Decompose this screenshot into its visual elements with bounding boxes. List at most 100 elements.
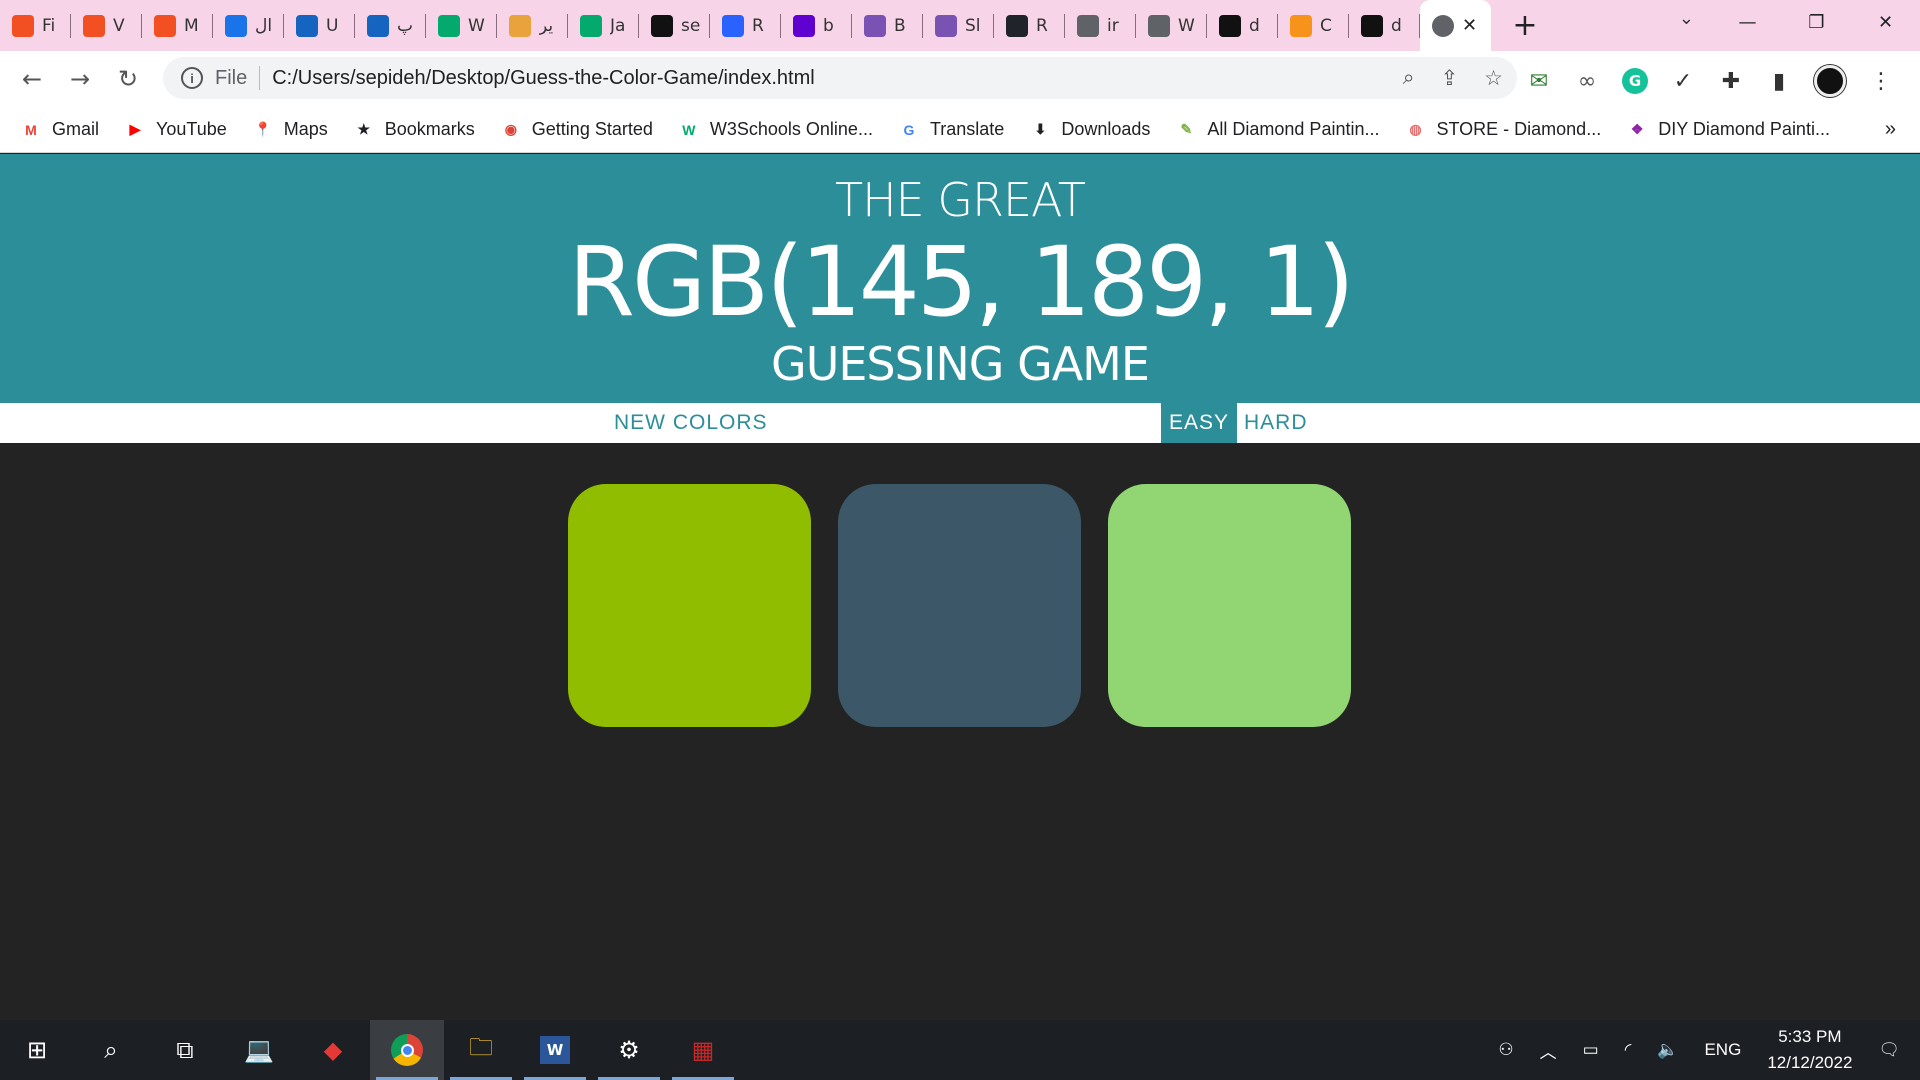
extension-spell-icon[interactable]: ✓ [1670,68,1696,94]
easy-mode-button[interactable]: EASY [1161,403,1238,443]
browser-tab[interactable]: b [781,0,852,51]
browser-tab[interactable]: R [994,0,1065,51]
winrar-icon[interactable]: ▦ [666,1020,740,1080]
github-icon [1219,14,1241,37]
site-info-icon[interactable]: i [181,67,203,89]
color-square[interactable] [568,484,811,727]
star-icon: ★ [357,121,371,137]
minimize-icon[interactable]: — [1713,0,1782,44]
search-icon[interactable]: ⌕ [74,1020,148,1080]
bookmark-item[interactable]: ⬇ Downloads [1029,119,1150,140]
bookmark-item[interactable]: ▶ YouTube [124,119,227,140]
chrome-taskbar-icon[interactable] [370,1020,444,1080]
tab-title: d [1391,15,1402,36]
people-icon[interactable]: ⚇ [1498,1040,1513,1060]
tab-search-icon[interactable]: ⌄ [1679,8,1694,29]
notifications-icon[interactable]: 🗨 [1878,1040,1900,1060]
system-tray: ⚇ ︿ ▭ ◜ 🔈 ENG 5:33 PM 12/12/2022 🗨 [1498,1020,1920,1080]
file-explorer-icon[interactable]: 🗀 [444,1020,518,1080]
browser-tab[interactable]: پ [355,0,426,51]
browser-tab[interactable]: V [71,0,142,51]
tab-title: d [1249,15,1260,36]
browser-tab[interactable]: M [142,0,213,51]
browser-tab[interactable]: W [1136,0,1207,51]
close-tab-icon[interactable]: ✕ [1462,15,1477,36]
task-view-icon[interactable]: ⧉ [148,1020,222,1080]
browser-tab[interactable]: Ja [568,0,639,51]
bookmark-item[interactable]: W W3Schools Online... [678,119,873,140]
forward-icon[interactable]: → [56,65,104,93]
color-squares [568,484,1351,727]
bookmarks-overflow-icon[interactable]: » [1885,118,1896,141]
new-colors-button[interactable]: NEW COLORS [606,403,776,443]
browser-tab-active[interactable]: ✕ [1420,0,1491,51]
bookmark-item[interactable]: ✎ All Diamond Paintin... [1175,119,1380,140]
browser-tab[interactable]: Fi [0,0,71,51]
battery-icon[interactable]: ▭ [1583,1040,1599,1060]
tab-title: ال [255,15,273,36]
back-icon[interactable]: ← [8,65,56,93]
browser-tab[interactable]: ال [213,0,284,51]
bookmark-star-icon[interactable]: ☆ [1484,66,1503,91]
bookmark-item[interactable]: ❖ DIY Diamond Painti... [1626,119,1830,140]
bootstrap-icon [935,14,957,37]
color-square[interactable] [838,484,1081,727]
profile-avatar[interactable] [1814,65,1846,97]
bookmark-item[interactable]: ◉ Getting Started [500,119,653,140]
browser-tab[interactable]: R [710,0,781,51]
hexagon-icon [296,14,318,37]
url-scheme: File [215,66,248,89]
grammarly-icon[interactable]: G [1622,68,1648,94]
browser-tab[interactable]: Sl [923,0,994,51]
menu-kebab-icon[interactable]: ⋮ [1868,68,1894,94]
new-tab-icon[interactable]: + [1505,8,1545,43]
laptop-app-icon[interactable]: 💻 [222,1020,296,1080]
extension-mail-icon[interactable]: ✉ [1526,68,1552,94]
address-bar[interactable]: i File C:/Users/sepideh/Desktop/Guess-th… [163,57,1517,99]
browser-tab[interactable]: ir [1065,0,1136,51]
extension-link-icon[interactable]: ∞ [1574,68,1600,94]
clock-time: 5:33 PM [1778,1027,1842,1046]
browser-tab[interactable]: U [284,0,355,51]
tab-title: R [752,15,764,36]
share-icon[interactable]: ⇪ [1441,66,1459,91]
bookmark-label: W3Schools Online... [709,119,873,139]
word-icon[interactable]: W [518,1020,592,1080]
anydesk-icon[interactable]: ◆ [296,1020,370,1080]
zoom-icon[interactable]: ⌕ [1403,66,1415,91]
extensions-puzzle-icon[interactable]: ✚ [1718,68,1744,94]
github-icon [1361,14,1383,37]
bookmark-item[interactable]: 📍 Maps [252,119,328,140]
browser-tab[interactable]: یر [497,0,568,51]
windows-start-icon[interactable]: ⊞ [0,1020,74,1080]
language-indicator[interactable]: ENG [1704,1040,1741,1060]
bookmark-label: Downloads [1061,119,1151,139]
reload-icon[interactable]: ↻ [104,65,152,93]
bookmark-item[interactable]: G Translate [898,119,1005,140]
chevron-up-icon[interactable]: ︿ [1540,1038,1557,1063]
hard-mode-button[interactable]: HARD [1236,403,1316,443]
wifi-icon[interactable]: ◜ [1625,1040,1632,1060]
color-square[interactable] [1108,484,1351,727]
browser-tab[interactable]: se [639,0,710,51]
browser-tab[interactable]: d [1349,0,1420,51]
url-text[interactable]: C:/Users/sepideh/Desktop/Guess-the-Color… [272,67,814,90]
restore-icon[interactable]: ❐ [1782,0,1851,44]
clock[interactable]: 5:33 PM 12/12/2022 [1767,1024,1852,1076]
browser-tab[interactable]: B [852,0,923,51]
browser-tab[interactable]: C [1278,0,1349,51]
bookmark-item[interactable]: M Gmail [20,119,99,140]
side-panel-icon[interactable]: ▮ [1766,68,1792,94]
w3schools-icon: W [682,121,696,138]
browser-tab[interactable]: d [1207,0,1278,51]
bookmark-item[interactable]: ◍ STORE - Diamond... [1404,119,1601,140]
volume-icon[interactable]: 🔈 [1657,1040,1678,1060]
title-line-bottom: GUESSING GAME [771,337,1150,391]
bookmark-item[interactable]: ★ Bookmarks [353,119,474,140]
bookmark-label: Maps [283,119,328,139]
settings-gear-icon[interactable]: ⚙ [592,1020,666,1080]
browser-tab[interactable]: W [426,0,497,51]
gmail-icon: M [25,121,37,138]
bookmark-label: DIY Diamond Painti... [1658,119,1830,139]
close-window-icon[interactable]: ✕ [1851,0,1920,44]
